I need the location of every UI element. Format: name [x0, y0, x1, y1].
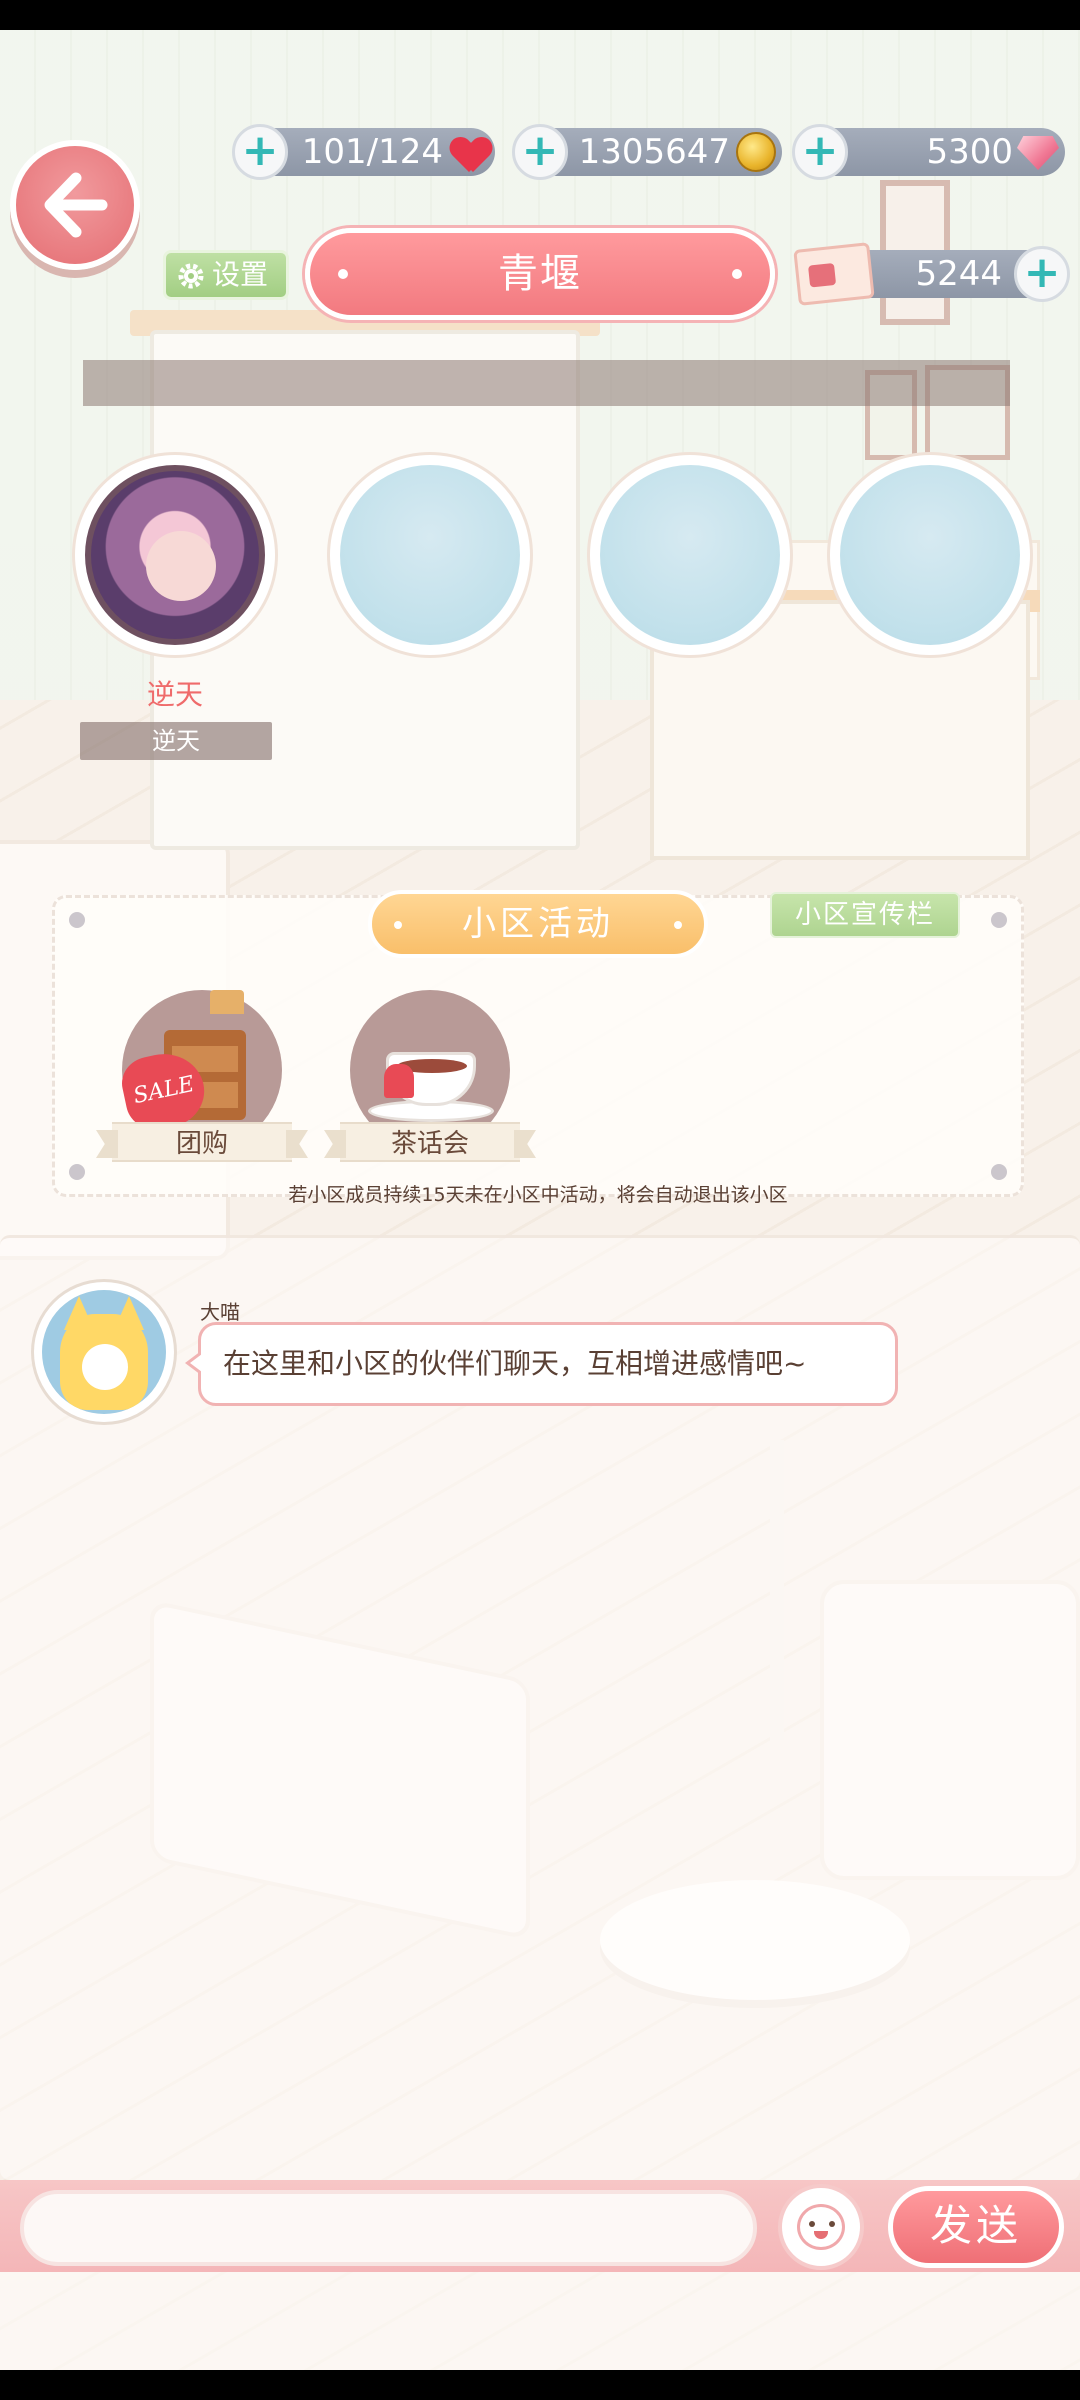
stamina-counter: + 101/124 — [232, 124, 495, 180]
npc-avatar[interactable] — [34, 1282, 174, 1422]
empty-member-slot[interactable] — [590, 455, 790, 655]
settings-label: 设置 — [212, 258, 269, 291]
announcement-strip — [83, 360, 1010, 406]
ticket-icon — [793, 242, 875, 306]
chat-input-bar: 发送 — [0, 2180, 1080, 2272]
status-bar — [0, 0, 1080, 30]
gem-icon — [1017, 136, 1059, 170]
member-avatar[interactable] — [75, 455, 275, 655]
community-name: 青堰 — [498, 251, 582, 297]
gear-icon — [178, 263, 204, 289]
back-button[interactable] — [10, 140, 140, 270]
send-button[interactable]: 发送 — [888, 2186, 1064, 2268]
stamina-value: 101/124 — [301, 132, 443, 172]
tickets-value: 5244 — [915, 254, 1002, 294]
add-tickets-button[interactable]: + — [1014, 246, 1070, 302]
add-coins-button[interactable]: + — [512, 124, 568, 180]
emoji-icon — [797, 2204, 845, 2250]
add-stamina-button[interactable]: + — [232, 124, 288, 180]
ticket-counter: 5244 + — [793, 242, 1070, 306]
empty-member-slot[interactable] — [330, 455, 530, 655]
gems-value: 5300 — [926, 132, 1013, 172]
tea-party-label[interactable]: 茶话会 — [340, 1122, 520, 1162]
community-name-banner: 青堰 — [305, 228, 775, 320]
cat-mascot-icon — [60, 1314, 148, 1410]
settings-button[interactable]: 设置 — [163, 250, 289, 300]
coin-icon — [736, 132, 776, 172]
chat-input[interactable] — [20, 2190, 757, 2266]
navigation-bar — [0, 2370, 1080, 2400]
heart-icon — [451, 138, 491, 172]
back-arrow-icon — [44, 172, 108, 238]
member-name: 逆天 — [146, 678, 203, 711]
activity-title: 小区活动 — [368, 890, 708, 958]
group-buy-label[interactable]: 团购 — [112, 1122, 292, 1162]
coins-value: 1305647 — [578, 132, 730, 172]
gem-counter: + 5300 — [792, 124, 1065, 180]
activity-notice: 若小区成员持续15天未在小区中活动，将会自动退出该小区 — [288, 1184, 788, 1206]
emoji-button[interactable] — [778, 2184, 864, 2270]
community-board-button[interactable]: 小区宣传栏 — [770, 892, 960, 938]
message-sender: 大喵 — [200, 1300, 240, 1324]
chat-message-bubble: 在这里和小区的伙伴们聊天，互相增进感情吧~ — [185, 1322, 898, 1406]
coin-counter: + 1305647 — [512, 124, 782, 180]
add-gems-button[interactable]: + — [792, 124, 848, 180]
empty-member-slot[interactable] — [830, 455, 1030, 655]
member-tag: 逆天 — [80, 722, 272, 760]
